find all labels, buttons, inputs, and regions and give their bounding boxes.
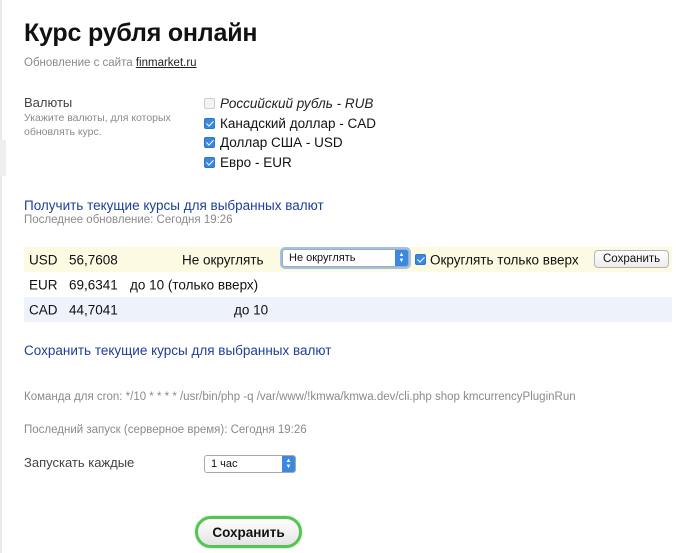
round-up-label: Округлять только вверх xyxy=(430,252,579,267)
run-interval-label: Запускать каждые xyxy=(24,455,135,470)
cron-command: Команда для cron: */10 * * * * /usr/bin/… xyxy=(24,391,576,403)
rounding-select[interactable]: Не округлять ▲ ▼ xyxy=(282,249,409,267)
currency-checklist: Российский рубль - RUB Канадский доллар … xyxy=(204,94,376,172)
checkbox-cad[interactable] xyxy=(204,117,215,129)
save-rates-link[interactable]: Сохранить текущие курсы для выбранных ва… xyxy=(24,343,331,358)
last-run-text: Последний запуск (серверное время): Сего… xyxy=(24,424,307,436)
rate-row-cad: CAD 44,7041 до 10 xyxy=(24,297,672,322)
run-interval-select[interactable]: 1 час ▲ ▼ xyxy=(204,455,296,473)
page-title: Курс рубля онлайн xyxy=(24,19,258,47)
rate-row-usd: USD 56,7608 Не округлять Не округлять ▲ ▼… xyxy=(24,247,672,272)
rate-value: 44,7041 xyxy=(69,302,118,317)
select-updown-icon: ▲ ▼ xyxy=(282,456,295,472)
checkbox-rub xyxy=(204,98,215,110)
currency-item-cad[interactable]: Канадский доллар - CAD xyxy=(204,114,376,134)
save-button[interactable]: Сохранить xyxy=(195,516,302,548)
rate-code: CAD xyxy=(29,302,58,317)
rates-table: USD 56,7608 Не округлять Не округлять ▲ ▼… xyxy=(24,247,672,322)
page-subtitle: Обновление с сайта finmarket.ru xyxy=(24,57,197,69)
select-updown-icon: ▲ ▼ xyxy=(395,250,408,266)
finmarket-link[interactable]: finmarket.ru xyxy=(136,57,197,69)
currency-item-rub: Российский рубль - RUB xyxy=(204,94,376,114)
rounding-select-value: Не округлять xyxy=(289,252,356,264)
run-interval-value: 1 час xyxy=(211,458,238,470)
rate-code: USD xyxy=(29,252,58,267)
left-border xyxy=(0,0,2,553)
checkbox-eur[interactable] xyxy=(204,156,215,168)
currency-label-usd: Доллар США - USD xyxy=(220,135,343,151)
round-up-checkbox[interactable] xyxy=(415,254,426,265)
checkbox-usd[interactable] xyxy=(204,137,215,149)
currency-label-eur: Евро - EUR xyxy=(220,154,292,170)
left-tab-edge xyxy=(0,140,6,176)
save-rounding-button[interactable]: Сохранить xyxy=(594,250,670,268)
currency-label-rub: Российский рубль - RUB xyxy=(220,96,374,112)
last-update-text: Последнее обновление: Сегодня 19:26 xyxy=(24,214,233,226)
rate-rounding-note: до 10 xyxy=(234,302,269,317)
currency-item-eur[interactable]: Евро - EUR xyxy=(204,153,376,173)
get-rates-link[interactable]: Получить текущие курсы для выбранных вал… xyxy=(24,198,324,213)
rate-value: 69,6341 xyxy=(69,277,118,292)
currencies-hint: Укажите валюты, для которых обновлять ку… xyxy=(24,112,171,138)
currencies-label: Валюты xyxy=(24,95,73,110)
subtitle-text: Обновление с сайта xyxy=(24,57,136,69)
currency-item-usd[interactable]: Доллар США - USD xyxy=(204,133,376,153)
rate-value: 56,7608 xyxy=(69,252,118,267)
rate-rounding-note: до 10 (только вверх) xyxy=(130,277,259,292)
rounding-label: Не округлять xyxy=(182,252,264,267)
rate-code: EUR xyxy=(29,277,58,292)
rate-row-eur: EUR 69,6341 до 10 (только вверх) xyxy=(24,272,672,297)
currency-label-cad: Канадский доллар - CAD xyxy=(220,115,377,131)
